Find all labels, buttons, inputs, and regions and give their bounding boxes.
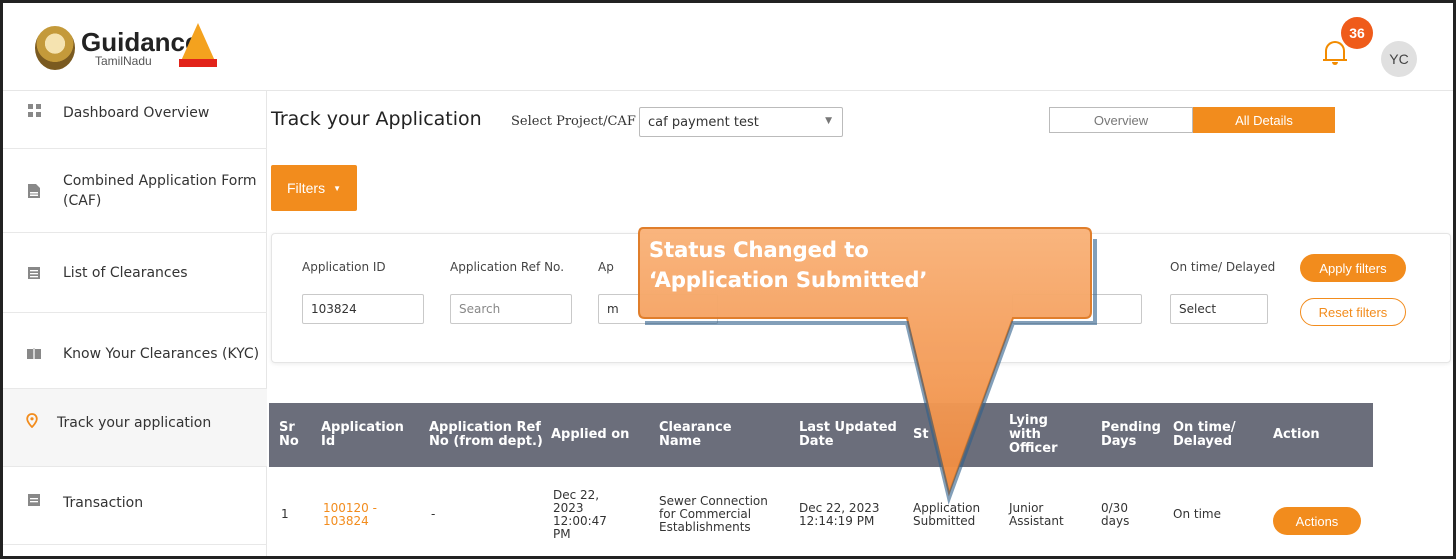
cell-clearance-name: Sewer Connection for Commercial Establis… bbox=[659, 494, 768, 534]
sidebar-item-label: Track your application bbox=[57, 415, 212, 431]
document-icon bbox=[27, 183, 41, 198]
application-ref-input[interactable]: Search bbox=[450, 294, 572, 324]
page-title: Track your Application bbox=[271, 108, 482, 130]
table-header: Sr No Application Id Application Ref No … bbox=[269, 403, 1373, 467]
actions-button[interactable]: Actions bbox=[1273, 507, 1361, 535]
filter-label-partial: Ap bbox=[598, 260, 614, 274]
guidance-logo[interactable]: Guidance TamilNadu bbox=[35, 21, 217, 75]
dashboard-icon bbox=[27, 103, 41, 117]
col-action: Action bbox=[1273, 427, 1320, 442]
sidebar-item-dashboard[interactable]: Dashboard Overview bbox=[3, 91, 267, 149]
list-icon bbox=[27, 266, 41, 280]
cell-sr: 1 bbox=[281, 507, 289, 521]
col-applied-on: Applied on bbox=[551, 427, 630, 442]
cell-applied-on: Dec 22, 2023 12:00:47 PM bbox=[553, 487, 607, 541]
sidebar-item-kyc[interactable]: Know Your Clearances (KYC) bbox=[3, 313, 267, 389]
app-frame: Guidance TamilNadu 36 YC Dashboard Overv… bbox=[0, 0, 1456, 559]
col-clearance-name: Clearance Name bbox=[659, 420, 732, 449]
location-pin-icon bbox=[25, 412, 39, 428]
status-filter-input[interactable] bbox=[1012, 294, 1142, 324]
transaction-icon bbox=[27, 493, 41, 507]
sidebar: Dashboard Overview Combined Application … bbox=[3, 91, 267, 556]
caret-down-icon: ▼ bbox=[333, 183, 342, 193]
col-status: St bbox=[913, 427, 929, 442]
cell-status: Application Submitted bbox=[913, 500, 981, 528]
col-lying-with-officer: Lying with Officer bbox=[1009, 413, 1058, 456]
application-id-label: Application ID bbox=[302, 260, 386, 274]
book-icon bbox=[27, 347, 41, 361]
col-last-updated: Last Updated Date bbox=[799, 420, 897, 449]
tab-all-details[interactable]: All Details bbox=[1193, 107, 1335, 133]
sidebar-item-caf[interactable]: Combined Application Form (CAF) bbox=[3, 149, 267, 233]
project-select[interactable]: caf payment test ▼ bbox=[639, 107, 843, 137]
ontime-delayed-select[interactable]: Select bbox=[1170, 294, 1268, 324]
select-project-label: Select Project/CAF bbox=[511, 114, 636, 129]
sidebar-item-label: List of Clearances bbox=[63, 264, 188, 281]
view-toggle: Overview All Details bbox=[1049, 107, 1335, 133]
col-application-ref: Application Ref No (from dept.) bbox=[429, 420, 543, 449]
sidebar-item-clearances[interactable]: List of Clearances bbox=[3, 233, 267, 313]
notification-bell-icon[interactable] bbox=[1323, 39, 1347, 65]
col-ontime-delayed: On time/ Delayed bbox=[1173, 420, 1236, 449]
top-header: Guidance TamilNadu 36 YC bbox=[3, 3, 1453, 91]
apply-filters-button[interactable]: Apply filters bbox=[1300, 254, 1406, 282]
sidebar-item-track[interactable]: Track your application bbox=[3, 389, 267, 467]
ontime-delayed-label: On time/ Delayed bbox=[1170, 260, 1276, 274]
filter-input-partial[interactable]: m bbox=[598, 294, 718, 324]
cell-last-updated: Dec 22, 2023 12:14:19 PM bbox=[799, 500, 880, 528]
tab-overview[interactable]: Overview bbox=[1049, 107, 1193, 133]
filters-button[interactable]: Filters ▼ bbox=[271, 165, 357, 211]
col-application-id: Application Id bbox=[321, 420, 404, 449]
reset-filters-button[interactable]: Reset filters bbox=[1300, 298, 1406, 326]
temple-logo-icon bbox=[181, 23, 215, 61]
col-pending-days: Pending Days bbox=[1101, 420, 1161, 449]
table-row: 1 100120 - 103824 - Dec 22, 2023 12:00:4… bbox=[269, 467, 1373, 556]
sidebar-item-label: Know Your Clearances (KYC) bbox=[63, 345, 260, 362]
sidebar-item-label: Dashboard Overview bbox=[63, 105, 210, 121]
cell-application-id-link[interactable]: 100120 - 103824 bbox=[323, 467, 403, 556]
application-ref-label: Application Ref No. bbox=[450, 260, 565, 274]
cell-officer: Junior Assistant bbox=[1009, 500, 1064, 528]
user-avatar[interactable]: YC bbox=[1381, 41, 1417, 77]
notification-badge[interactable]: 36 bbox=[1341, 17, 1373, 49]
cell-ontime: On time bbox=[1173, 507, 1221, 521]
sidebar-item-label: Combined Application Form (CAF) bbox=[63, 172, 257, 209]
col-sr-no: Sr No bbox=[279, 420, 299, 449]
application-id-input[interactable]: 103824 bbox=[302, 294, 424, 324]
state-emblem-icon bbox=[35, 26, 75, 70]
cell-ref: - bbox=[431, 507, 436, 521]
cell-pending-days: 0/30 days bbox=[1101, 500, 1130, 528]
filter-panel: Application ID 103824 Application Ref No… bbox=[271, 233, 1451, 363]
caret-down-icon: ▼ bbox=[825, 116, 832, 126]
sidebar-item-transaction[interactable]: Transaction bbox=[3, 467, 267, 545]
sidebar-item-label: Transaction bbox=[63, 495, 144, 511]
